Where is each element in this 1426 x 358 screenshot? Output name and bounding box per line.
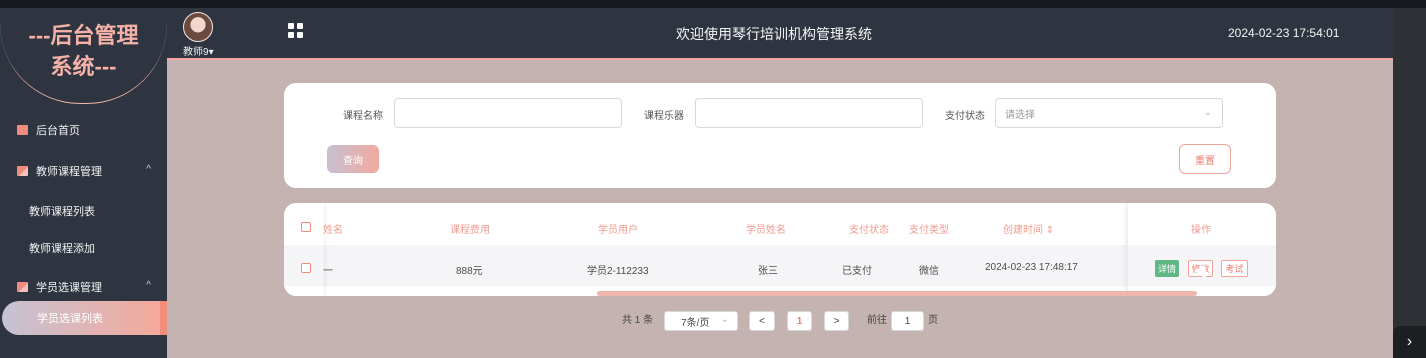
teacher-name: 教师9 bbox=[183, 47, 209, 58]
current-time: 2024-02-23 17:54:01 bbox=[1228, 26, 1340, 40]
pay-status-placeholder: 请选择 bbox=[1005, 109, 1035, 121]
sidebar-item-teacher-course-add[interactable]: 教师课程添加 bbox=[0, 233, 167, 263]
monitor-icon bbox=[17, 125, 28, 135]
sidebar-item-student-selection-management[interactable]: 学员选课管理 ^ bbox=[0, 272, 167, 302]
column-header-fee: 课程费用 bbox=[450, 225, 490, 236]
row-checkbox[interactable] bbox=[301, 263, 311, 273]
cell-student-user: 学员2-112233 bbox=[587, 266, 649, 277]
chevron-up-icon[interactable]: ^ bbox=[146, 164, 151, 175]
sidebar-item-label: 教师课程添加 bbox=[29, 243, 95, 255]
sidebar-item-label: 学员选课管理 bbox=[36, 282, 102, 294]
column-header-pay-status: 支付状态 bbox=[849, 225, 889, 236]
grid-cell bbox=[288, 23, 294, 29]
sidebar-item-label: 学员选课列表 bbox=[37, 313, 103, 325]
sidebar-item-teacher-course-management[interactable]: 教师课程管理 ^ bbox=[0, 156, 167, 186]
cell-pay-type: 微信 bbox=[919, 266, 939, 277]
teacher-menu[interactable]: 教师9▾ bbox=[183, 43, 214, 58]
column-header-created[interactable]: 创建时间 ⇕ bbox=[1003, 221, 1054, 236]
cell-student-name: 张三 bbox=[758, 266, 778, 277]
brand-title: ---后台管理 系统--- bbox=[0, 20, 167, 82]
cell-name: 一 bbox=[323, 266, 333, 277]
instrument-input[interactable] bbox=[695, 98, 923, 128]
cell-fee: 888元 bbox=[456, 266, 483, 277]
instrument-label: 课程乐器 bbox=[644, 111, 684, 122]
chevron-down-icon: ⌄ bbox=[720, 314, 729, 325]
brand-logo: ---后台管理 系统--- bbox=[0, 8, 167, 104]
grid-cell bbox=[297, 32, 303, 38]
brand-line-2: 系统--- bbox=[50, 54, 117, 79]
right-panel bbox=[1393, 8, 1426, 358]
goto-label: 前往 bbox=[867, 315, 887, 326]
page-title: 欢迎使用琴行培训机构管理系统 bbox=[676, 26, 872, 42]
chart-icon bbox=[17, 282, 28, 292]
sidebar-item-label: 教师课程管理 bbox=[36, 166, 102, 178]
query-button[interactable]: 查询 bbox=[327, 145, 379, 173]
column-header-student-name: 学员姓名 bbox=[746, 225, 786, 236]
search-card: 课程名称 课程乐器 支付状态 请选择 ⌄ bbox=[284, 83, 1276, 188]
chevron-down-icon: ▾ bbox=[208, 47, 214, 58]
pay-status-label: 支付状态 bbox=[945, 111, 985, 122]
sidebar-item-home[interactable]: 后台首页 bbox=[0, 115, 167, 145]
chevron-right-icon[interactable]: › bbox=[1393, 326, 1426, 358]
grid-cell bbox=[288, 32, 294, 38]
next-page-button[interactable]: > bbox=[824, 311, 849, 331]
cell-pay-status: 已支付 bbox=[842, 266, 872, 277]
cell-created: 2024-02-23 17:48:17 bbox=[985, 262, 1078, 273]
chevron-down-icon: ⌄ bbox=[1203, 107, 1212, 118]
page-unit-label: 页 bbox=[928, 315, 938, 326]
table-fixed-left bbox=[284, 203, 324, 296]
sidebar-item-student-selection-list[interactable]: 学员选课列表 bbox=[2, 301, 162, 335]
current-page-button[interactable]: 1 bbox=[787, 311, 812, 331]
menu-grid-icon[interactable] bbox=[288, 23, 303, 38]
chevron-up-icon[interactable]: ^ bbox=[146, 280, 151, 291]
active-menu-edge bbox=[160, 301, 167, 335]
column-header-student-user: 学员用户 bbox=[598, 225, 638, 236]
previous-page-button[interactable]: < bbox=[749, 311, 775, 331]
table-fixed-right bbox=[1127, 203, 1276, 296]
chart-icon bbox=[17, 166, 28, 176]
column-header-name: 姓名 bbox=[323, 225, 343, 236]
grid-cell bbox=[297, 23, 303, 29]
column-header-actions: 操作 bbox=[1191, 225, 1211, 236]
course-name-input[interactable] bbox=[394, 98, 622, 128]
select-all-checkbox[interactable] bbox=[301, 222, 311, 232]
page-size-select[interactable]: 7条/页 ⌄ bbox=[664, 311, 738, 331]
avatar[interactable] bbox=[183, 12, 213, 42]
course-name-label: 课程名称 bbox=[343, 111, 383, 122]
exam-button[interactable]: 考试 bbox=[1221, 260, 1248, 277]
column-header-pay-type: 支付类型 bbox=[909, 225, 949, 236]
goto-page-input[interactable]: 1 bbox=[891, 311, 924, 331]
brand-line-1: ---后台管理 bbox=[28, 23, 139, 48]
data-table: 姓名 课程费用 学员用户 学员姓名 支付状态 支付类型 创建时间 ⇕ 操作 一 … bbox=[284, 203, 1276, 296]
top-strip bbox=[0, 0, 1426, 8]
detail-button[interactable]: 详情 bbox=[1155, 260, 1179, 277]
total-count: 共 1 条 bbox=[622, 315, 654, 326]
horizontal-scrollbar[interactable] bbox=[597, 291, 1197, 296]
sidebar-item-label: 教师课程列表 bbox=[29, 206, 95, 218]
pay-status-select[interactable]: 请选择 ⌄ bbox=[995, 98, 1223, 128]
sidebar-item-teacher-course-list[interactable]: 教师课程列表 bbox=[0, 196, 167, 226]
sidebar-item-label: 后台首页 bbox=[36, 125, 80, 137]
reset-button[interactable]: 重置 bbox=[1179, 144, 1231, 174]
page-size-value: 7条/页 bbox=[681, 317, 710, 329]
